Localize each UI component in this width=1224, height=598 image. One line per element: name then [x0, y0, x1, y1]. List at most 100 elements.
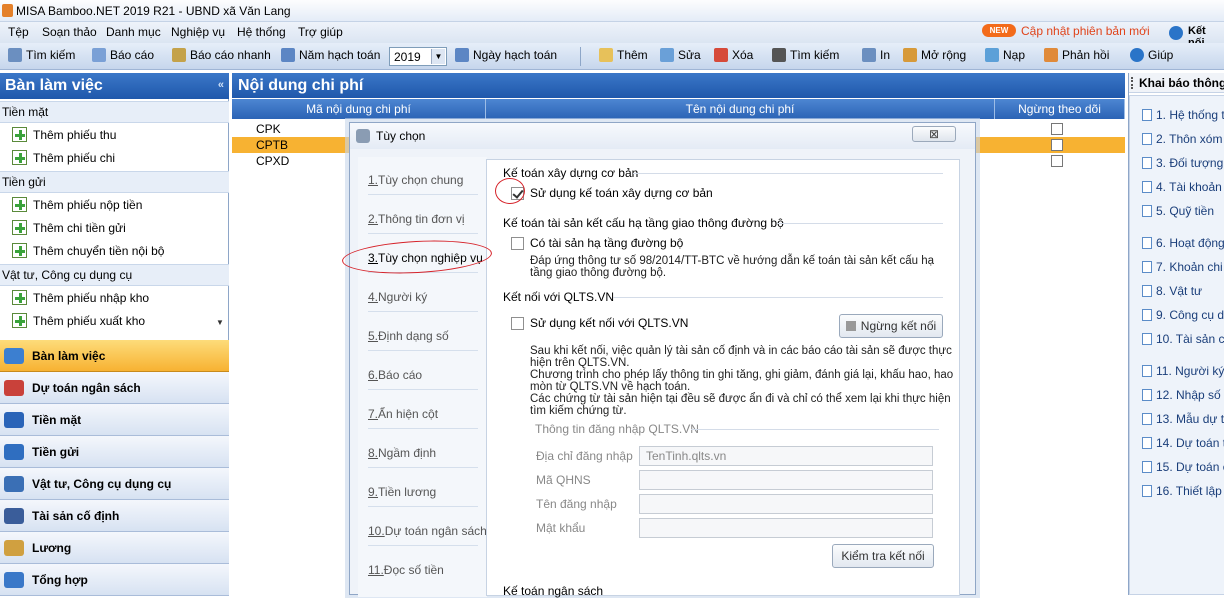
column-name[interactable]: Tên nội dung chi phí	[486, 99, 995, 119]
setup-item[interactable]: 6. Hoạt động t	[1142, 236, 1224, 250]
menu-help[interactable]: Trợ giúp	[298, 25, 343, 39]
menu-system[interactable]: Hệ thống	[237, 25, 286, 39]
nav-materials[interactable]: Vật tư, Công cụ dụng cụ	[0, 468, 229, 500]
title-bar: MISA Bamboo.NET 2019 R21 - UBND xã Văn L…	[0, 0, 1224, 22]
setup-item[interactable]: 8. Vật tư	[1142, 284, 1202, 298]
setup-item[interactable]: 11. Người ký	[1142, 364, 1224, 378]
feedback-icon	[1044, 48, 1058, 62]
link-add-payment[interactable]: Thêm phiếu chi	[12, 150, 115, 165]
nav-budget[interactable]: Dự toán ngân sách	[0, 372, 229, 404]
tab-budget[interactable]: 10.Dự toán ngân sách	[368, 524, 487, 538]
tab-reports[interactable]: 6.Báo cáo	[368, 368, 422, 382]
load-button[interactable]: Nạp	[985, 48, 1025, 62]
posting-date-button[interactable]: Ngày hạch toán	[455, 48, 557, 62]
column-code[interactable]: Mã nội dung chi phí	[232, 99, 486, 119]
edit-button[interactable]: Sửa	[660, 48, 701, 62]
tab-salary[interactable]: 9.Tiền lương	[368, 485, 436, 499]
add-doc-icon	[12, 127, 27, 142]
road-infrastructure-checkbox[interactable]: Có tài sản hạ tầng đường bộ	[511, 236, 683, 250]
tab-unit-info[interactable]: 2.Thông tin đơn vị	[368, 212, 465, 226]
stop-tracking-checkbox[interactable]	[1051, 123, 1063, 135]
close-button[interactable]: ⊠	[912, 126, 956, 142]
document-icon	[1142, 237, 1152, 249]
menu-file[interactable]: Tệp	[8, 25, 29, 39]
link-add-internal-transfer[interactable]: Thêm chuyển tiền nội bộ	[12, 243, 164, 258]
qlts-note-line: tìm kiếm chứng từ.	[530, 405, 627, 417]
quick-report-button[interactable]: Báo cáo nhanh	[172, 48, 271, 62]
fiscal-year-select[interactable]: 2019 ▼	[389, 47, 447, 66]
username-input[interactable]	[639, 494, 933, 514]
use-construction-accounting-checkbox[interactable]: Sử dụng kế toán xây dựng cơ bản	[511, 186, 713, 200]
qlts-note-line: hiện trên QLTS.VN.	[530, 357, 630, 369]
nav-salary[interactable]: Lương	[0, 532, 229, 564]
tab-general[interactable]: 1.Tùy chọn chung	[368, 173, 463, 187]
add-button[interactable]: Thêm	[599, 48, 648, 62]
document-icon	[1142, 309, 1152, 321]
nav-cash[interactable]: Tiền mặt	[0, 404, 229, 436]
binoculars-icon	[772, 48, 786, 62]
link-add-stock-out[interactable]: Thêm phiếu xuất kho	[12, 313, 145, 328]
setup-item[interactable]: 13. Mẫu dự to	[1142, 412, 1224, 426]
left-panel: Bàn làm việc « Tiền mặt Thêm phiếu thu Th…	[0, 73, 229, 596]
tab-read-amount[interactable]: 11.Đọc số tiền	[368, 563, 444, 577]
setup-item[interactable]: 1. Hệ thống tà	[1142, 108, 1224, 122]
add-doc-icon	[12, 290, 27, 305]
stop-tracking-checkbox[interactable]	[1051, 155, 1063, 167]
collapse-icon[interactable]: «	[218, 79, 224, 91]
link-add-deposit[interactable]: Thêm phiếu nộp tiền	[12, 197, 142, 212]
setup-item[interactable]: 9. Công cụ dụ	[1142, 308, 1224, 322]
nav-deposit[interactable]: Tiền gửi	[0, 436, 229, 468]
check-connection-button[interactable]: Kiểm tra kết nối	[832, 544, 934, 568]
menu-edit[interactable]: Soạn thảo	[42, 25, 97, 39]
update-link[interactable]: Cập nhật phiên bản mới	[1021, 24, 1150, 38]
row-code: CPTB	[256, 138, 289, 152]
column-stop-tracking[interactable]: Ngừng theo dõi	[995, 99, 1125, 119]
link-add-bank-payment[interactable]: Thêm chi tiền gửi	[12, 220, 126, 235]
group-cash: Tiền mặt	[0, 101, 229, 123]
toolbar-separator	[580, 47, 581, 66]
setup-item[interactable]: 4. Tài khoản N	[1142, 180, 1224, 194]
setup-item[interactable]: 5. Quỹ tiền	[1142, 204, 1214, 218]
nav-fixed-assets[interactable]: Tài sản cố định	[0, 500, 229, 532]
menu-operations[interactable]: Nghiệp vụ	[171, 25, 225, 39]
scroll-down-icon[interactable]: ▼	[212, 318, 228, 332]
link-add-receipt[interactable]: Thêm phiếu thu	[12, 127, 116, 142]
document-icon	[1142, 285, 1152, 297]
help-button[interactable]: Giúp	[1130, 48, 1173, 62]
login-address-input[interactable]: TenTinh.qlts.vn	[639, 446, 933, 466]
setup-item[interactable]: 15. Dự toán ch	[1142, 460, 1224, 474]
qlts-connect-checkbox[interactable]: Sử dụng kết nối với QLTS.VN	[511, 316, 688, 330]
report-icon	[92, 48, 106, 62]
setup-item[interactable]: 2. Thôn xóm	[1142, 132, 1222, 146]
stop-connection-button[interactable]: Ngừng kết nối	[839, 314, 943, 338]
nav-workspace[interactable]: Bàn làm việc	[0, 340, 229, 372]
expand-button[interactable]: Mở rộng	[903, 48, 966, 62]
qhns-input[interactable]	[639, 470, 933, 490]
link-add-stock-in[interactable]: Thêm phiếu nhập kho	[12, 290, 149, 305]
tab-defaults[interactable]: 8.Ngầm định	[368, 446, 436, 460]
feedback-button[interactable]: Phản hồi	[1044, 48, 1109, 62]
tab-signers[interactable]: 4.Người ký	[368, 290, 427, 304]
print-button[interactable]: In	[862, 48, 890, 62]
tab-number-format[interactable]: 5.Định dạng số	[368, 329, 449, 343]
budget-icon	[4, 379, 24, 396]
menu-catalog[interactable]: Danh mục	[106, 25, 161, 39]
stop-tracking-checkbox[interactable]	[1051, 139, 1063, 151]
setup-item[interactable]: 12. Nhập số d	[1142, 388, 1224, 402]
delete-button[interactable]: Xóa	[714, 48, 753, 62]
calendar-icon	[455, 48, 469, 62]
report-button[interactable]: Báo cáo	[92, 48, 154, 62]
setup-item[interactable]: 10. Tài sản cố	[1142, 332, 1224, 346]
search-button[interactable]: Tìm kiếm	[8, 48, 75, 62]
setup-item[interactable]: 14. Dự toán th	[1142, 436, 1224, 450]
nav-summary[interactable]: Tổng hợp	[0, 564, 229, 596]
chevron-down-icon[interactable]: ▼	[431, 49, 445, 64]
search2-button[interactable]: Tìm kiếm	[772, 48, 839, 62]
setup-item[interactable]: 3. Đối tượng	[1142, 156, 1223, 170]
new-badge: NEW	[982, 24, 1016, 37]
setup-item[interactable]: 16. Thiết lập r	[1142, 484, 1224, 498]
password-input[interactable]	[639, 518, 933, 538]
tab-columns[interactable]: 7.Ẩn hiện cột	[368, 407, 438, 421]
document-icon	[1142, 333, 1152, 345]
setup-item[interactable]: 7. Khoản chi x	[1142, 260, 1224, 274]
